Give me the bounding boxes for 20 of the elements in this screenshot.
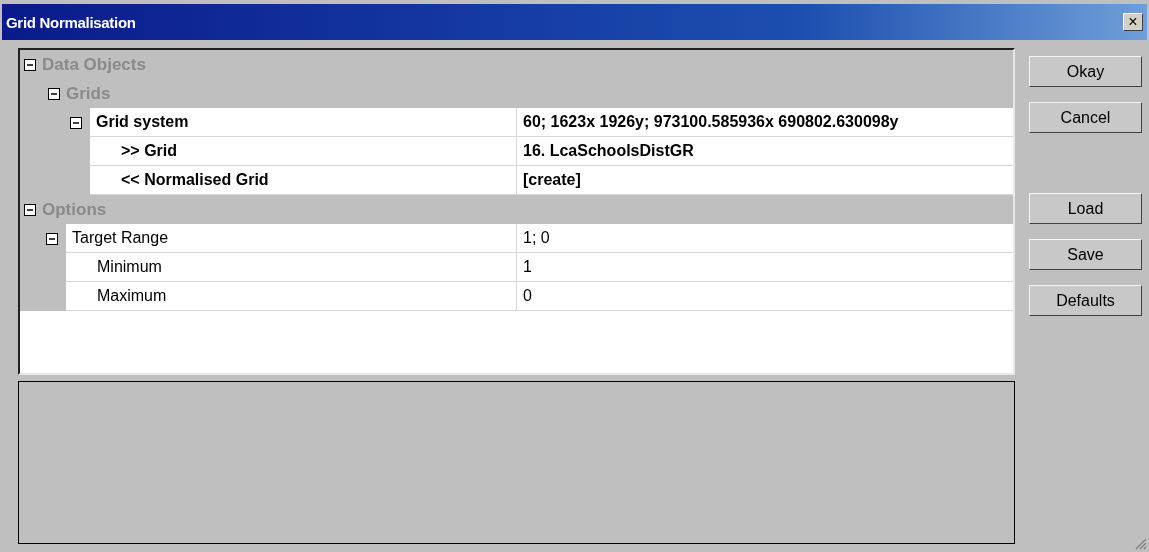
property-value[interactable]: 1; 0 — [516, 224, 1013, 253]
dialog-button[interactable]: Save — [1029, 239, 1142, 270]
close-button[interactable]: × — [1123, 13, 1143, 31]
resize-grip-icon[interactable] — [1133, 536, 1147, 550]
dialog-button[interactable]: Cancel — [1029, 102, 1142, 133]
property-value[interactable]: 1 — [516, 253, 1013, 282]
property-value[interactable]: 16. LcaSchoolsDistGR — [516, 137, 1013, 166]
collapse-icon[interactable] — [70, 116, 82, 129]
dialog-button[interactable]: Okay — [1029, 56, 1142, 87]
property-value[interactable]: 0 — [516, 282, 1013, 311]
dialog-button[interactable]: Load — [1029, 193, 1142, 224]
collapse-icon[interactable] — [24, 203, 36, 216]
property-value[interactable]: 60; 1623x 1926y; 973100.585936x 690802.630098y — [516, 108, 1013, 137]
collapse-icon[interactable] — [24, 58, 36, 71]
collapse-icon[interactable] — [48, 87, 60, 100]
row-gutter — [20, 282, 66, 311]
collapse-icon[interactable] — [46, 232, 58, 245]
dialog-button[interactable]: Defaults — [1029, 285, 1142, 316]
property-value[interactable]: [create] — [516, 166, 1013, 195]
window-title: Grid Normalisation — [6, 13, 136, 31]
